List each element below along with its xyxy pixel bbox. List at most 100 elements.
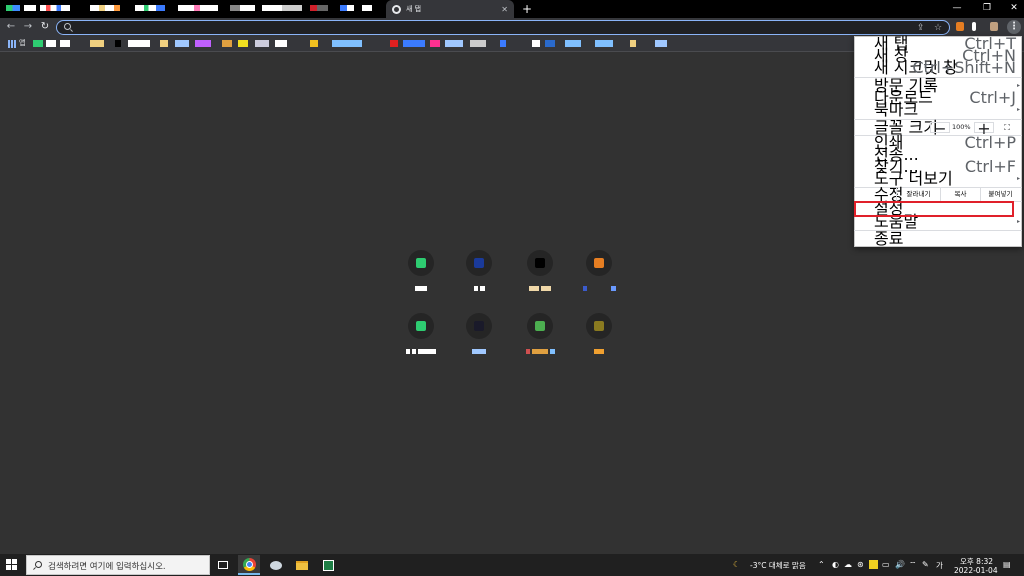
ime-indicator[interactable]: 가 (936, 560, 943, 571)
new-tab-button[interactable]: + (521, 1, 533, 17)
bookmark-item[interactable] (222, 40, 232, 47)
bookmark-item[interactable] (500, 40, 506, 47)
paste-button[interactable]: 붙여넣기 (980, 188, 1020, 201)
bookmark-item[interactable] (46, 40, 56, 47)
globe-icon (392, 4, 401, 14)
bookmark-item[interactable] (630, 40, 636, 47)
bookmark-item[interactable] (160, 40, 168, 47)
submenu-arrow-icon: ▸ (1016, 175, 1020, 182)
tab-obscured[interactable] (135, 5, 165, 11)
bookmark-item[interactable] (445, 40, 463, 47)
close-window-button[interactable]: ✕ (1007, 2, 1021, 14)
chrome-taskbar-icon[interactable] (238, 555, 260, 575)
menu-item-bookmarks[interactable]: 북마크 ▸ (854, 102, 1022, 118)
bookmark-item[interactable] (255, 40, 269, 47)
reload-button[interactable]: ↻ (38, 20, 52, 34)
chrome-menu-button[interactable]: ⋮ (1007, 20, 1021, 34)
clock-date[interactable]: 2022-01-04 (954, 566, 998, 575)
bookmark-item[interactable] (403, 40, 425, 47)
task-view-icon[interactable] (212, 555, 234, 575)
tab-obscured[interactable] (310, 5, 328, 11)
bookmark-item[interactable] (115, 40, 121, 47)
tab-obscured[interactable] (230, 5, 255, 11)
notification-icon[interactable]: ▤ (1003, 560, 1011, 570)
tray-app-icon[interactable]: ◐ (832, 560, 839, 570)
bookmark-item[interactable] (175, 40, 189, 47)
bookmark-item[interactable] (470, 40, 486, 47)
bookmark-item[interactable] (90, 40, 104, 47)
tab-obscured[interactable] (6, 5, 20, 11)
copy-button[interactable]: 복사 (940, 188, 980, 201)
tab-new-tab[interactable]: 새 탭 ✕ (386, 0, 514, 18)
bookmark-item[interactable] (545, 40, 555, 47)
tab-obscured[interactable] (90, 5, 120, 11)
bookmark-item[interactable] (332, 40, 362, 47)
menu-item-new-incognito-window[interactable]: 새 시크릿 창 Ctrl+Shift+N (854, 60, 1022, 76)
apps-shortcut[interactable]: 앱 (19, 38, 25, 48)
steam-icon[interactable]: ⊛ (857, 560, 864, 570)
pen-icon[interactable]: ✎ (922, 560, 929, 570)
share-icon[interactable]: ⇪ (917, 22, 925, 34)
bookmark-item[interactable] (532, 40, 540, 47)
weather-text[interactable]: -3°C 대체로 맑음 (750, 560, 806, 571)
back-button[interactable]: ← (4, 20, 18, 34)
shortcut-tile[interactable] (569, 250, 629, 310)
show-hidden-icons-icon[interactable]: ⌃ (818, 560, 825, 570)
onedrive-icon[interactable]: ☁ (844, 560, 852, 570)
shortcut-tile[interactable] (510, 250, 570, 310)
site-favicon-icon (535, 258, 545, 268)
windows-start-icon[interactable] (6, 559, 18, 571)
zoom-out-button[interactable]: − (930, 121, 950, 137)
shortcut-tile[interactable] (510, 313, 570, 373)
extension-icon[interactable] (956, 22, 964, 31)
tab-strip: 새 탭 ✕ + — ❐ ✕ (0, 0, 1024, 18)
bookmark-item[interactable] (275, 40, 287, 47)
shortcut-tile[interactable] (391, 313, 451, 373)
menu-item-help[interactable]: 도움말 ▸ (854, 214, 1022, 230)
shortcut-tile[interactable] (391, 250, 451, 310)
menu-item-more-tools[interactable]: 도구 더보기 ▸ (854, 171, 1022, 187)
weather-moon-icon[interactable]: ☾ (733, 560, 740, 570)
bookmark-item[interactable] (390, 40, 398, 47)
file-explorer-icon[interactable] (291, 555, 313, 575)
kakaotalk-icon[interactable] (869, 560, 878, 569)
bookmark-item[interactable] (565, 40, 581, 47)
restore-button[interactable]: ❐ (980, 2, 994, 14)
wifi-icon[interactable]: ⌔ (909, 560, 917, 570)
tab-obscured[interactable] (262, 5, 302, 11)
minimize-button[interactable]: — (950, 2, 964, 14)
volume-icon[interactable]: 🔊 (895, 560, 905, 570)
profile-avatar[interactable] (990, 22, 998, 31)
address-bar[interactable]: ⇪ ☆ (56, 20, 950, 35)
bookmark-item[interactable] (238, 40, 248, 47)
apps-grid-icon[interactable] (8, 40, 16, 48)
shortcut-tile[interactable] (449, 250, 509, 310)
tab-obscured[interactable] (24, 5, 36, 11)
bookmark-item[interactable] (128, 40, 150, 47)
app-taskbar-icon[interactable] (265, 555, 287, 575)
shortcut-tile[interactable] (569, 313, 629, 373)
zoom-in-button[interactable]: + (974, 121, 994, 137)
bookmark-item[interactable] (310, 40, 318, 47)
bookmark-star-icon[interactable]: ☆ (934, 22, 942, 34)
display-icon[interactable]: ▭ (882, 560, 890, 570)
tab-obscured[interactable] (362, 5, 372, 11)
tab-obscured[interactable] (178, 5, 218, 11)
tab-obscured[interactable] (40, 5, 70, 11)
bookmark-item[interactable] (430, 40, 440, 47)
bookmark-item[interactable] (655, 40, 667, 47)
bookmark-item[interactable] (195, 40, 211, 47)
shortcut-tile[interactable] (449, 313, 509, 373)
extension-icon[interactable] (972, 22, 976, 31)
tab-obscured[interactable] (340, 5, 354, 11)
bookmark-item[interactable] (60, 40, 70, 47)
tab-close-icon[interactable]: ✕ (501, 5, 508, 14)
forward-button[interactable]: → (21, 20, 35, 34)
search-placeholder: 검색하려면 여기에 입력하십시오. (48, 562, 166, 572)
fullscreen-icon[interactable]: ⛶ (998, 122, 1016, 133)
taskbar-search-box[interactable]: 검색하려면 여기에 입력하십시오. (26, 555, 210, 575)
menu-item-exit[interactable]: 종료 (854, 231, 1022, 247)
bookmark-item[interactable] (33, 40, 43, 47)
bookmark-item[interactable] (595, 40, 613, 47)
excel-taskbar-icon[interactable] (317, 555, 339, 575)
